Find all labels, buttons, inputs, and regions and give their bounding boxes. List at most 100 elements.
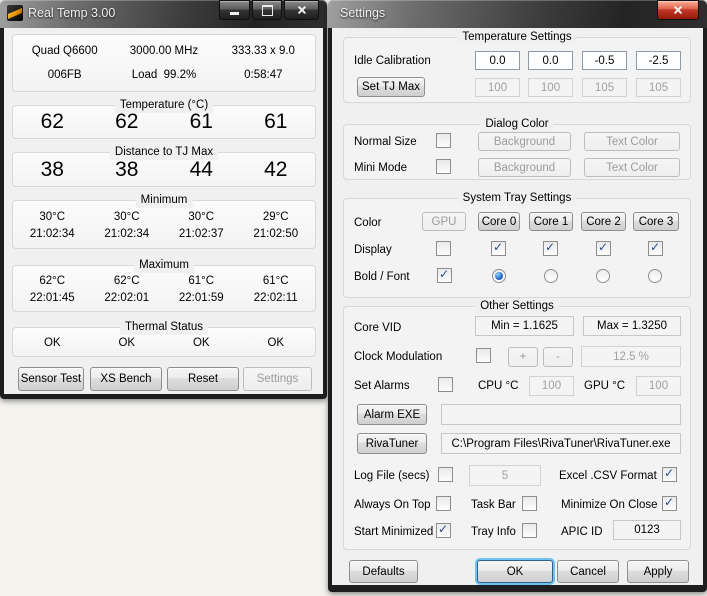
dialog-color-group: Dialog Color Normal Size Background Text… bbox=[343, 124, 691, 180]
maximum-label: Maximum bbox=[134, 258, 194, 273]
mini-mode-label: Mini Mode bbox=[354, 161, 407, 175]
display-core0-checkbox[interactable] bbox=[491, 241, 506, 256]
defaults-button[interactable]: Defaults bbox=[349, 560, 418, 583]
task-bar-label: Task Bar bbox=[471, 498, 516, 512]
settings-titlebar[interactable]: Settings bbox=[328, 0, 707, 28]
core0-color-button[interactable]: Core 0 bbox=[478, 212, 520, 231]
settings-close-icon bbox=[673, 5, 683, 15]
gpu-alarm-label: GPU °C bbox=[584, 379, 625, 393]
cpu-model: Quad Q6600 bbox=[15, 45, 114, 57]
display-core2-checkbox[interactable] bbox=[596, 241, 611, 256]
min-time-core0: 21:02:34 bbox=[15, 228, 90, 240]
font-core1-radio[interactable] bbox=[544, 269, 558, 283]
color-label: Color bbox=[354, 216, 381, 230]
font-core2-radio[interactable] bbox=[596, 269, 610, 283]
settings-client: Temperature Settings Idle Calibration 0.… bbox=[332, 28, 703, 585]
idle-cal-core3-input[interactable]: -2.5 bbox=[636, 51, 681, 70]
log-file-checkbox[interactable] bbox=[438, 467, 453, 482]
cpu-alarm-label: CPU °C bbox=[478, 379, 518, 393]
close-icon bbox=[297, 5, 307, 15]
idle-calibration-label: Idle Calibration bbox=[354, 54, 431, 68]
settings-close-button[interactable] bbox=[657, 0, 699, 20]
core1-color-button[interactable]: Core 1 bbox=[529, 212, 573, 231]
normal-size-label: Normal Size bbox=[354, 135, 417, 149]
realtemp-titlebar[interactable]: Real Temp 3.00 bbox=[0, 0, 327, 28]
idle-cal-core2-input[interactable]: -0.5 bbox=[582, 51, 627, 70]
idle-cal-core1-input[interactable]: 0.0 bbox=[528, 51, 573, 70]
alarm-exe-path-field[interactable] bbox=[441, 404, 681, 425]
min-temp-core1: 30°C bbox=[90, 211, 165, 223]
bold-font-label: Bold / Font bbox=[354, 270, 410, 284]
min-time-core3: 21:02:50 bbox=[239, 228, 314, 240]
minimize-button[interactable] bbox=[219, 0, 250, 20]
dist-core0: 38 bbox=[15, 158, 90, 182]
xs-bench-button[interactable]: XS Bench bbox=[90, 367, 162, 391]
desktop: Real Temp 3.00 Quad Q6600 3000.00 MHz 33… bbox=[0, 0, 707, 596]
dialog-color-label: Dialog Color bbox=[480, 117, 553, 132]
normal-size-checkbox[interactable] bbox=[436, 133, 451, 148]
max-temp-core3: 61°C bbox=[239, 275, 314, 287]
ok-button[interactable]: OK bbox=[477, 560, 553, 583]
font-core3-radio[interactable] bbox=[648, 269, 662, 283]
clock-modulation-checkbox[interactable] bbox=[476, 348, 491, 363]
excel-csv-checkbox[interactable] bbox=[662, 467, 677, 482]
reset-button[interactable]: Reset bbox=[167, 367, 239, 391]
mini-mode-checkbox[interactable] bbox=[436, 159, 451, 174]
set-alarms-label: Set Alarms bbox=[354, 379, 410, 393]
cancel-button[interactable]: Cancel bbox=[557, 560, 619, 583]
max-time-core3: 22:02:11 bbox=[239, 292, 314, 304]
excel-csv-label: Excel .CSV Format bbox=[559, 469, 657, 483]
maximize-button[interactable] bbox=[252, 0, 282, 20]
thermal-core2: OK bbox=[164, 337, 239, 349]
alarm-exe-button[interactable]: Alarm EXE bbox=[357, 404, 427, 425]
max-time-core2: 22:01:59 bbox=[164, 292, 239, 304]
thermal-status-label: Thermal Status bbox=[120, 320, 208, 335]
start-minimized-checkbox[interactable] bbox=[436, 523, 451, 538]
set-tj-max-button[interactable]: Set TJ Max bbox=[357, 77, 425, 97]
tj-max-core1-field: 100 bbox=[528, 78, 573, 97]
min-time-core1: 21:02:34 bbox=[90, 228, 165, 240]
system-tray-group: System Tray Settings Color GPU Core 0 Co… bbox=[343, 198, 691, 298]
distance-panel: Distance to TJ Max 38 38 44 42 bbox=[12, 152, 316, 187]
rivatuner-path-field[interactable]: C:\Program Files\RivaTuner\RivaTuner.exe bbox=[441, 433, 681, 454]
bold-font-checkbox[interactable] bbox=[437, 268, 452, 283]
settings-window: Settings Temperature Settings Idle Calib… bbox=[328, 0, 707, 592]
gpu-alarm-field: 100 bbox=[636, 376, 681, 396]
apply-button[interactable]: Apply bbox=[627, 560, 689, 583]
mini-background-button: Background bbox=[478, 158, 571, 177]
temp-core0: 62 bbox=[15, 110, 90, 134]
max-temp-core2: 61°C bbox=[164, 275, 239, 287]
dist-core1: 38 bbox=[90, 158, 165, 182]
set-alarms-checkbox[interactable] bbox=[438, 377, 453, 392]
tj-max-core3-field: 105 bbox=[636, 78, 681, 97]
cpu-fsb-multiplier: 333.33 x 9.0 bbox=[214, 45, 313, 57]
display-core3-checkbox[interactable] bbox=[648, 241, 663, 256]
font-core0-radio[interactable] bbox=[492, 269, 506, 283]
task-bar-checkbox[interactable] bbox=[522, 496, 537, 511]
display-core1-checkbox[interactable] bbox=[543, 241, 558, 256]
vid-min-field: Min = 1.1625 bbox=[475, 316, 574, 336]
close-button[interactable] bbox=[284, 0, 319, 20]
always-on-top-checkbox[interactable] bbox=[436, 496, 451, 511]
tray-info-checkbox[interactable] bbox=[522, 523, 537, 538]
idle-cal-core0-input[interactable]: 0.0 bbox=[475, 51, 520, 70]
normal-background-button: Background bbox=[478, 132, 571, 151]
clock-modulation-label: Clock Modulation bbox=[354, 350, 442, 364]
clock-minus-button: - bbox=[543, 347, 573, 367]
max-time-core0: 22:01:45 bbox=[15, 292, 90, 304]
core2-color-button[interactable]: Core 2 bbox=[581, 212, 626, 231]
display-gpu-checkbox[interactable] bbox=[436, 241, 451, 256]
dist-core2: 44 bbox=[164, 158, 239, 182]
core3-color-button[interactable]: Core 3 bbox=[633, 212, 679, 231]
max-temp-core0: 62°C bbox=[15, 275, 90, 287]
system-tray-label: System Tray Settings bbox=[458, 191, 577, 206]
cpu-load: Load 99.2% bbox=[114, 69, 213, 81]
rivatuner-button[interactable]: RivaTuner bbox=[357, 433, 427, 454]
cpu-id: 006FB bbox=[15, 69, 114, 81]
sensor-test-button[interactable]: Sensor Test bbox=[18, 367, 84, 391]
minimize-on-close-checkbox[interactable] bbox=[662, 496, 677, 511]
min-temp-core0: 30°C bbox=[15, 211, 90, 223]
other-settings-group: Other Settings Core VID Min = 1.1625 Max… bbox=[343, 306, 691, 550]
cpu-alarm-field: 100 bbox=[529, 376, 574, 396]
realtemp-client: Quad Q6600 3000.00 MHz 333.33 x 9.0 006F… bbox=[4, 28, 323, 394]
